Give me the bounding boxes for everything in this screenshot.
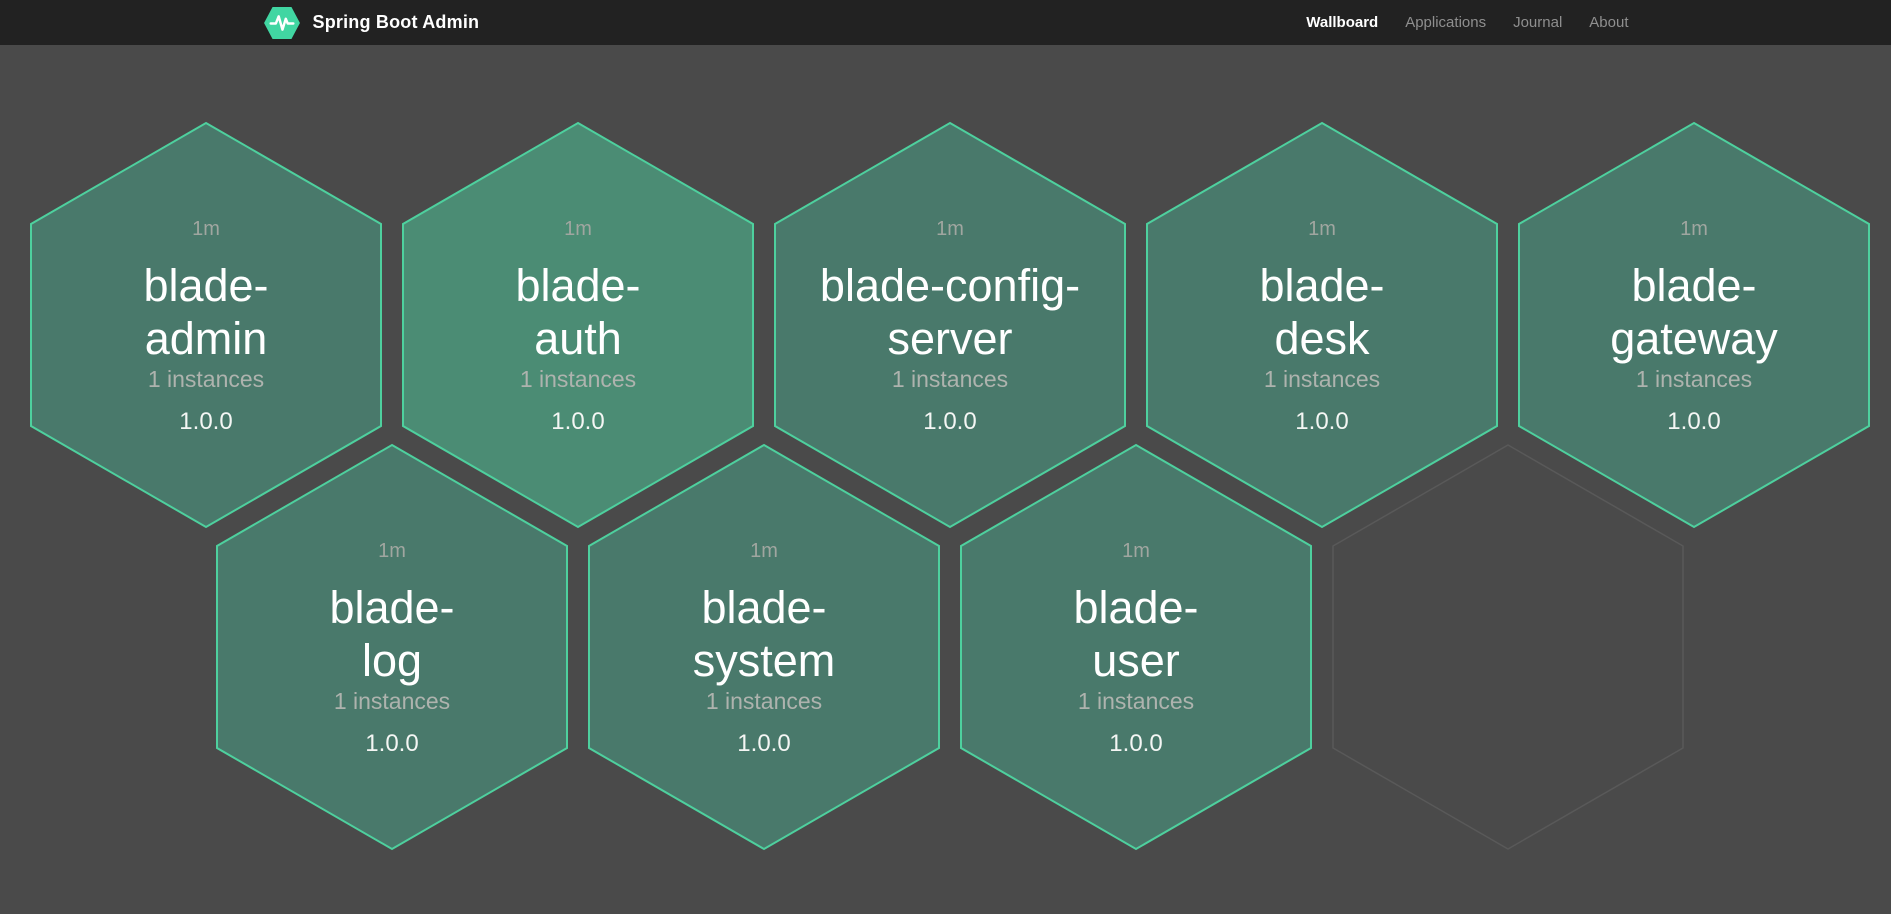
application-name-line: user — [959, 634, 1313, 687]
version-label: 1.0.0 — [1517, 407, 1871, 437]
version-label: 1.0.0 — [401, 407, 755, 437]
instances-label: 1 instances — [215, 687, 569, 715]
brand-home-link[interactable]: Spring Boot Admin — [263, 6, 480, 40]
pulse-hexagon-icon — [263, 6, 301, 40]
application-name-line: system — [587, 634, 941, 687]
application-hexagon-blade-system[interactable]: 1m blade- system 1 instances 1.0.0 — [587, 443, 941, 851]
instances-label: 1 instances — [773, 365, 1127, 393]
uptime-label: 1m — [215, 539, 569, 563]
application-name-line: desk — [1145, 312, 1499, 365]
application-name: blade-config- server — [773, 259, 1127, 365]
version-label: 1.0.0 — [29, 407, 383, 437]
application-name-line: blade- — [959, 581, 1313, 634]
instances-label: 1 instances — [401, 365, 755, 393]
version-label: 1.0.0 — [215, 729, 569, 759]
version-label: 1.0.0 — [587, 729, 941, 759]
instances-label: 1 instances — [587, 687, 941, 715]
instances-label: 1 instances — [1145, 365, 1499, 393]
uptime-label: 1m — [587, 539, 941, 563]
nav-item-wallboard[interactable]: Wallboard — [1306, 14, 1378, 31]
application-name-line: blade- — [215, 581, 569, 634]
app-title: Spring Boot Admin — [313, 12, 480, 33]
main-nav: Wallboard Applications Journal About — [1306, 14, 1628, 31]
uptime-label: 1m — [29, 217, 383, 241]
application-name: blade- gateway — [1517, 259, 1871, 365]
application-info: 1m blade- system 1 instances 1.0.0 — [587, 443, 941, 851]
application-name-line: gateway — [1517, 312, 1871, 365]
application-name-line: blade-config- — [773, 259, 1127, 312]
application-name: blade- admin — [29, 259, 383, 365]
application-name-line: server — [773, 312, 1127, 365]
application-name: blade- log — [215, 581, 569, 687]
instances-label: 1 instances — [29, 365, 383, 393]
uptime-label: 1m — [1517, 217, 1871, 241]
nav-item-about[interactable]: About — [1589, 14, 1628, 31]
application-name: blade- user — [959, 581, 1313, 687]
uptime-label: 1m — [401, 217, 755, 241]
application-name: blade- desk — [1145, 259, 1499, 365]
application-info: 1m blade- user 1 instances 1.0.0 — [959, 443, 1313, 851]
version-label: 1.0.0 — [1145, 407, 1499, 437]
application-hexagon-blade-user[interactable]: 1m blade- user 1 instances 1.0.0 — [959, 443, 1313, 851]
empty-hexagon — [1331, 443, 1685, 851]
uptime-label: 1m — [1145, 217, 1499, 241]
application-name: blade- system — [587, 581, 941, 687]
application-hexagon-blade-log[interactable]: 1m blade- log 1 instances 1.0.0 — [215, 443, 569, 851]
application-name: blade- auth — [401, 259, 755, 365]
application-name-line: blade- — [587, 581, 941, 634]
application-info: 1m blade- log 1 instances 1.0.0 — [215, 443, 569, 851]
uptime-label: 1m — [959, 539, 1313, 563]
application-name-line: admin — [29, 312, 383, 365]
application-name-line: log — [215, 634, 569, 687]
empty-hexagon-shape — [1331, 443, 1685, 851]
top-navbar: Spring Boot Admin Wallboard Applications J… — [0, 0, 1891, 45]
version-label: 1.0.0 — [959, 729, 1313, 759]
instances-label: 1 instances — [959, 687, 1313, 715]
version-label: 1.0.0 — [773, 407, 1127, 437]
header-container: Spring Boot Admin Wallboard Applications J… — [263, 0, 1629, 45]
nav-item-journal[interactable]: Journal — [1513, 14, 1562, 31]
application-name-line: blade- — [401, 259, 755, 312]
application-name-line: blade- — [1145, 259, 1499, 312]
uptime-label: 1m — [773, 217, 1127, 241]
instances-label: 1 instances — [1517, 365, 1871, 393]
application-name-line: blade- — [29, 259, 383, 312]
wallboard-honeycomb: 1m blade- admin 1 instances 1.0.0 1m bla… — [0, 45, 1891, 914]
application-name-line: auth — [401, 312, 755, 365]
application-name-line: blade- — [1517, 259, 1871, 312]
nav-item-applications[interactable]: Applications — [1405, 14, 1486, 31]
